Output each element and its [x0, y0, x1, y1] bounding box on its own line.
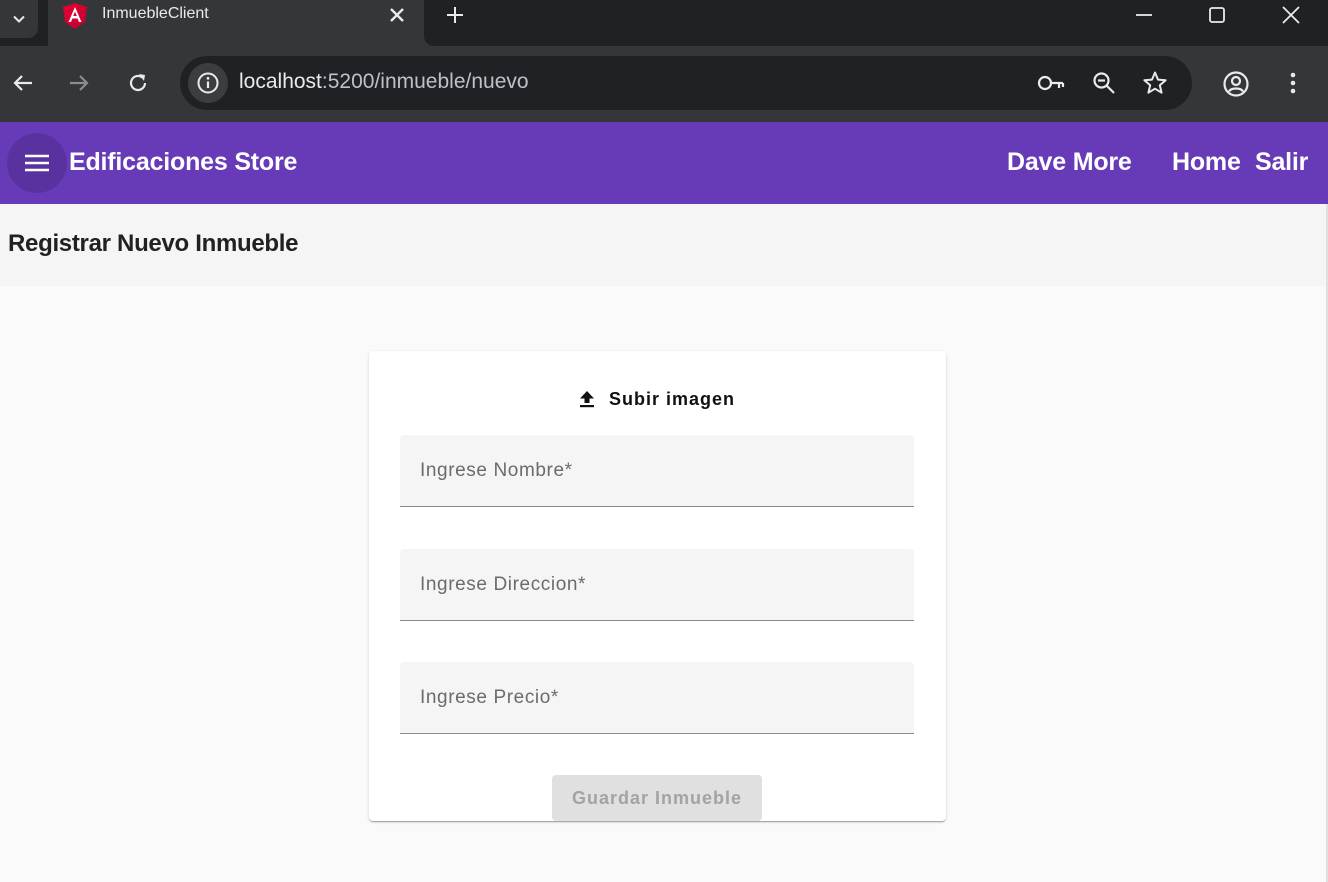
form-card: Subir imagen Guardar Inmueble	[369, 351, 946, 821]
window-close-icon[interactable]	[1280, 4, 1302, 26]
angular-favicon	[63, 3, 87, 29]
forward-arrow-icon[interactable]	[66, 70, 92, 96]
tab-search-button[interactable]	[0, 0, 38, 38]
site-info-button[interactable]	[188, 63, 228, 103]
url-path: :5200/inmueble/nuevo	[321, 70, 529, 93]
browser-toolbar: localhost:5200/inmueble/nuevo	[0, 46, 1328, 122]
upload-icon	[580, 391, 594, 408]
star-icon[interactable]	[1142, 70, 1168, 96]
browser-tab-strip: InmuebleClient	[0, 0, 1328, 46]
key-icon[interactable]	[1036, 70, 1066, 96]
upload-image-button[interactable]: Subir imagen	[579, 385, 735, 413]
home-link[interactable]: Home	[1172, 148, 1241, 177]
plus-icon[interactable]	[444, 4, 466, 26]
account-icon[interactable]	[1222, 70, 1250, 98]
logout-link[interactable]: Salir	[1255, 148, 1308, 177]
info-icon	[197, 72, 219, 94]
nombre-input[interactable]	[400, 435, 914, 506]
save-inmueble-button[interactable]: Guardar Inmueble	[552, 775, 762, 821]
menu-button[interactable]	[7, 133, 67, 193]
chevron-down-icon	[13, 15, 25, 23]
precio-input[interactable]	[400, 662, 914, 733]
url-host: localhost	[239, 70, 322, 93]
reload-icon[interactable]	[125, 70, 151, 96]
user-name-link[interactable]: Dave More	[1007, 148, 1132, 177]
more-vert-icon[interactable]	[1280, 70, 1306, 96]
upload-image-label: Subir imagen	[609, 388, 736, 409]
app-brand: Edificaciones Store	[69, 148, 298, 176]
close-icon[interactable]	[386, 4, 408, 26]
zoom-out-icon[interactable]	[1091, 70, 1117, 96]
direccion-input[interactable]	[400, 549, 914, 620]
browser-tab[interactable]: InmuebleClient	[48, 0, 434, 46]
nombre-field[interactable]	[400, 435, 914, 507]
url-text[interactable]: localhost:5200/inmueble/nuevo	[239, 70, 529, 94]
back-arrow-icon[interactable]	[10, 70, 36, 96]
maximize-icon[interactable]	[1206, 4, 1228, 26]
app-toolbar: Edificaciones Store Dave More Home Salir	[0, 122, 1328, 204]
page-title: Registrar Nuevo Inmueble	[8, 230, 299, 257]
minimize-icon[interactable]	[1133, 4, 1155, 26]
tab-title: InmuebleClient	[102, 5, 209, 22]
address-bar[interactable]: localhost:5200/inmueble/nuevo	[180, 56, 1192, 110]
page-header: Registrar Nuevo Inmueble	[0, 204, 1328, 286]
precio-field[interactable]	[400, 662, 914, 734]
direccion-field[interactable]	[400, 549, 914, 621]
hamburger-menu-icon	[25, 154, 49, 172]
